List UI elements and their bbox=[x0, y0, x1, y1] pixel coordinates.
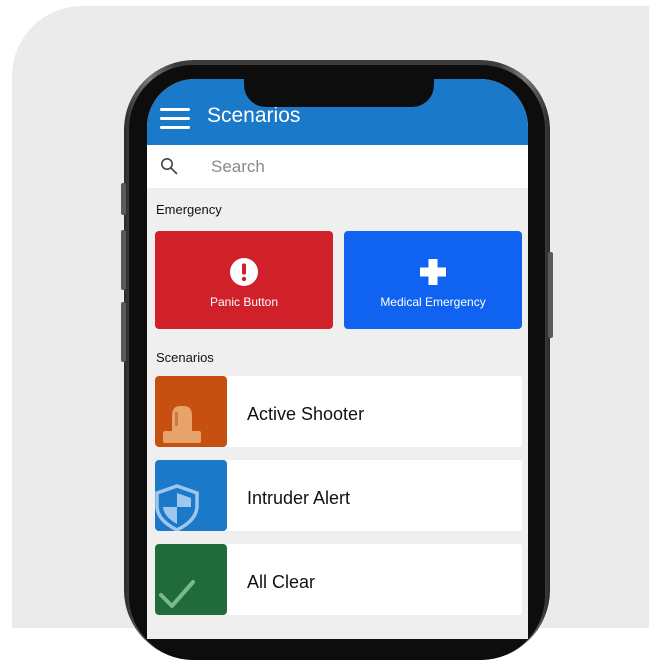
medical-emergency-button[interactable]: Medical Emergency bbox=[344, 231, 522, 329]
page-title: Scenarios bbox=[207, 104, 301, 127]
scenario-item-active-shooter[interactable]: Active Shooter bbox=[155, 376, 522, 447]
medical-emergency-label: Medical Emergency bbox=[380, 295, 486, 309]
panic-button[interactable]: Panic Button bbox=[155, 231, 333, 329]
scenario-label: Intruder Alert bbox=[247, 488, 351, 508]
scenario-tile bbox=[155, 376, 227, 447]
siren-icon bbox=[163, 406, 201, 443]
phone-silent-switch bbox=[121, 183, 126, 215]
scenario-label: Active Shooter bbox=[247, 404, 365, 424]
emergency-section-title: Emergency bbox=[156, 202, 222, 217]
phone-power-button bbox=[548, 252, 553, 338]
medical-cross-icon bbox=[420, 259, 446, 285]
phone-notch bbox=[244, 79, 434, 107]
scenario-item-intruder-alert[interactable]: Intruder Alert bbox=[155, 460, 522, 531]
shield-icon bbox=[155, 484, 199, 531]
scenarios-section-title: Scenarios bbox=[156, 350, 214, 365]
search-input[interactable] bbox=[209, 154, 513, 180]
app-screen: Scenarios Emergency Panic Button Medical… bbox=[147, 79, 528, 639]
scenario-tile bbox=[155, 544, 227, 615]
phone-volume-up bbox=[121, 230, 126, 290]
scenario-item-all-clear[interactable]: All Clear bbox=[155, 544, 522, 615]
checkmark-icon bbox=[159, 580, 195, 608]
search-bar bbox=[147, 145, 528, 188]
exclamation-circle-icon bbox=[230, 258, 258, 286]
scenario-label: All Clear bbox=[247, 572, 316, 592]
scenario-tile bbox=[155, 460, 227, 531]
search-icon[interactable] bbox=[160, 157, 178, 175]
hamburger-menu-icon[interactable] bbox=[160, 108, 190, 130]
phone-volume-down bbox=[121, 302, 126, 362]
panic-button-label: Panic Button bbox=[209, 295, 279, 309]
